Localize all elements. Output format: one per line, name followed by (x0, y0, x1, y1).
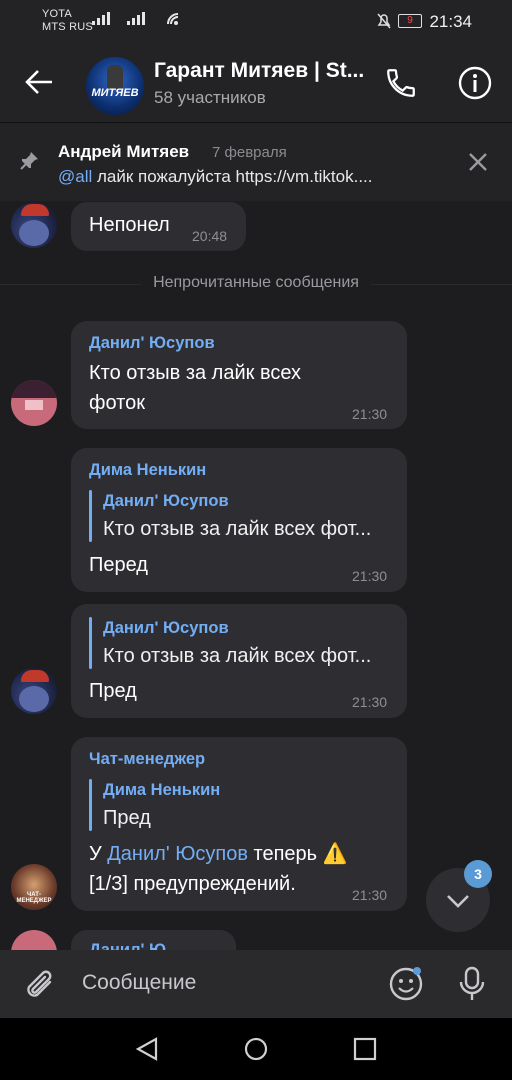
nav-home-icon[interactable] (243, 1036, 269, 1067)
back-arrow-icon[interactable] (24, 68, 54, 101)
carrier-info: YOTA MTS RUS (42, 8, 93, 34)
avatar-hat (21, 670, 49, 682)
reply-quote-name[interactable]: Данил' Юсупов (103, 619, 229, 638)
user-mention[interactable]: Данил' Юсупов (107, 843, 248, 865)
microphone-icon[interactable] (456, 964, 488, 1009)
nav-back-icon[interactable] (134, 1036, 160, 1067)
close-icon[interactable] (466, 150, 490, 179)
message-text-line-2: фоток (89, 392, 145, 414)
attach-icon[interactable] (22, 964, 60, 1009)
reply-quote-name[interactable]: Данил' Юсупов (103, 492, 229, 511)
mute-icon (376, 12, 392, 35)
reply-quote-text[interactable]: Пред (103, 807, 151, 830)
message-prefix: У (89, 843, 108, 865)
message-time: 21:30 (352, 887, 388, 903)
message-time: 20:48 (192, 228, 228, 244)
avatar[interactable]: ЧАТ-МЕНЕДЖЕР (11, 864, 57, 910)
avatar[interactable] (11, 380, 57, 426)
message-input-bar (0, 950, 512, 1018)
reply-quote-text[interactable]: Кто отзыв за лайк всех фот... (103, 645, 371, 668)
message-input[interactable]: Сообщение (82, 971, 196, 995)
unread-count-badge: 3 (464, 860, 492, 888)
avatar-hair (11, 380, 57, 398)
signal-icon (90, 10, 112, 31)
pinned-text: @all лайк пожалуйста https://vm.tiktok..… (58, 167, 438, 187)
sender-name[interactable]: Дима Ненькин (89, 461, 206, 480)
signal-icon-2 (125, 10, 147, 31)
avatar-face (25, 400, 43, 410)
nav-recents-icon[interactable] (352, 1036, 378, 1067)
pinned-mention[interactable]: @all (58, 167, 92, 186)
message-text-line-1: Кто отзыв за лайк всех (89, 362, 302, 384)
pinned-body: лайк пожалуйста https://vm.tiktok.... (92, 167, 373, 186)
message-text: Непонел (89, 214, 170, 236)
avatar[interactable] (11, 668, 57, 714)
pinned-date: 7 февраля (212, 144, 287, 161)
avatar[interactable] (11, 202, 57, 248)
avatar-logo-text: МИТЯЕВ (91, 87, 139, 99)
reply-quote-bar (89, 617, 92, 669)
message-suffix: теперь ⚠️ (247, 843, 348, 865)
phone-icon[interactable] (384, 66, 418, 105)
message-time: 21:30 (352, 406, 388, 422)
unread-divider: Непрочитанные сообщения (0, 274, 512, 292)
sender-name[interactable]: Чат-менеджер (89, 750, 205, 769)
message-time: 21:30 (352, 694, 388, 710)
sender-name[interactable]: Данил' Юсупов (89, 334, 215, 353)
avatar-caption: ЧАТ-МЕНЕДЖЕР (16, 892, 52, 904)
avatar-face (19, 686, 49, 712)
message-text: Перед (89, 554, 148, 576)
message-text-line-1: У Данил' Юсупов теперь ⚠️ (89, 839, 348, 869)
reply-quote-text[interactable]: Кто отзыв за лайк всех фот... (103, 518, 371, 541)
carrier-2: MTS RUS (42, 21, 93, 33)
unread-label: Непрочитанные сообщения (141, 274, 371, 291)
info-icon[interactable] (458, 66, 492, 105)
pin-icon (18, 150, 40, 177)
clock: 21:34 (429, 12, 472, 31)
pinned-author: Андрей Митяев (58, 142, 190, 161)
message-time: 21:30 (352, 568, 388, 584)
chat-title[interactable]: Гарант Митяев | St... (154, 59, 372, 83)
members-count: 58 участников (154, 88, 266, 107)
avatar-hat (21, 204, 49, 216)
message-text: Пред (89, 680, 137, 702)
wifi-icon (166, 12, 182, 31)
message-text-line-2: [1/3] предупреждений. (89, 873, 296, 895)
reply-quote-name[interactable]: Дима Ненькин (103, 781, 220, 800)
emoji-icon[interactable] (388, 964, 428, 1009)
avatar-face (19, 220, 49, 246)
reply-quote-bar (89, 490, 92, 542)
reply-quote-bar (89, 779, 92, 831)
carrier-1: YOTA (42, 8, 72, 20)
avatar-figure (107, 65, 123, 89)
battery-icon: 9 (398, 14, 422, 28)
chat-header (0, 44, 512, 122)
group-avatar[interactable]: МИТЯЕВ (86, 57, 144, 115)
